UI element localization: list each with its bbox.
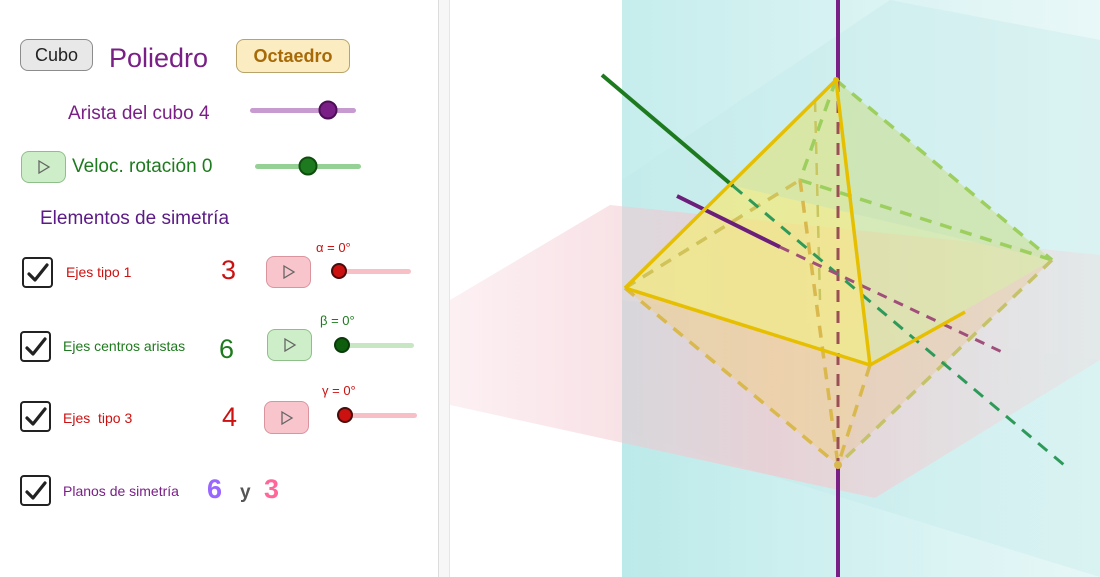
check-icon <box>24 336 47 356</box>
arista-label: Arista del cubo 4 <box>68 103 210 124</box>
check-icon <box>24 406 47 426</box>
planos-count-a: 6 <box>207 474 223 504</box>
arista-slider[interactable] <box>250 100 356 120</box>
veloc-label: Veloc. rotación 0 <box>72 156 213 177</box>
beta-play-button[interactable] <box>267 329 312 361</box>
beta-label: β = 0° <box>320 313 355 328</box>
ejes-centros-count: 6 <box>219 334 235 364</box>
beta-slider[interactable] <box>334 335 414 355</box>
planos-checkbox[interactable] <box>20 475 51 506</box>
alpha-play-button[interactable] <box>266 256 311 288</box>
ejes-tipo3-checkbox[interactable] <box>20 401 51 432</box>
alpha-label: α = 0° <box>316 240 351 255</box>
veloc-slider[interactable] <box>255 156 361 176</box>
play-icon <box>280 410 293 425</box>
graphics-3d-view[interactable] <box>450 0 1100 577</box>
vertex-top <box>833 77 839 83</box>
control-panel: Cubo Poliedro Octaedro Arista del cubo 4… <box>0 0 438 577</box>
gamma-slider[interactable] <box>337 405 417 425</box>
arista-slider-track[interactable] <box>250 107 356 113</box>
play-icon <box>283 338 296 352</box>
planos-count-b: 3 <box>264 474 280 504</box>
octahedron-scene[interactable] <box>450 0 1100 577</box>
section-heading: Elementos de simetría <box>40 208 230 229</box>
alpha-slider-knob[interactable] <box>331 263 347 279</box>
planos-label: Planos de simetría <box>63 483 179 499</box>
gamma-slider-knob[interactable] <box>337 407 353 423</box>
ejes-centros-label: Ejes centros aristas <box>63 338 186 354</box>
check-icon <box>26 262 49 282</box>
play-icon <box>282 265 295 279</box>
ejes-tipo1-label: Ejes tipo 1 <box>66 264 132 280</box>
ejes-tipo1-checkbox[interactable] <box>22 257 53 288</box>
gamma-label: γ = 0° <box>322 383 356 398</box>
alpha-slider[interactable] <box>331 261 411 281</box>
cubo-button[interactable]: Cubo <box>20 39 93 71</box>
gamma-play-button[interactable] <box>264 401 309 434</box>
app-window: Cubo Poliedro Octaedro Arista del cubo 4… <box>0 0 1100 577</box>
play-icon <box>37 160 50 174</box>
panel-splitter[interactable] <box>438 0 450 577</box>
rotation-play-button[interactable] <box>21 151 66 183</box>
ejes-tipo3-label: Ejes tipo 3 <box>63 410 133 426</box>
ejes-tipo3-count: 4 <box>222 402 238 432</box>
ejes-tipo1-count: 3 <box>221 255 237 285</box>
planos-joiner: y <box>240 482 251 503</box>
page-title: Poliedro <box>109 43 209 73</box>
vertex-bottom <box>834 461 842 469</box>
check-icon <box>24 480 47 500</box>
veloc-slider-knob[interactable] <box>298 156 318 176</box>
arista-slider-knob[interactable] <box>318 100 338 120</box>
octaedro-button[interactable]: Octaedro <box>236 39 350 73</box>
beta-slider-knob[interactable] <box>334 337 350 353</box>
ejes-centros-checkbox[interactable] <box>20 331 51 362</box>
